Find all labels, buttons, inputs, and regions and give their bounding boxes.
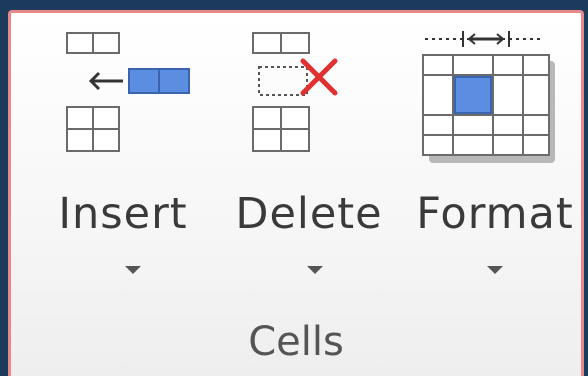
format-label: Format [416, 189, 574, 239]
delete-label: Delete [235, 189, 383, 239]
delete-cells-icon [252, 32, 338, 152]
cells-ribbon-group: Insert Delete Format Cells [8, 10, 584, 376]
chevron-down-icon [125, 266, 141, 274]
format-button[interactable]: Format [405, 13, 585, 313]
insert-button[interactable]: Insert [43, 13, 203, 313]
chevron-down-icon [307, 266, 323, 274]
format-cells-icon [422, 31, 555, 163]
group-label-cells: Cells [248, 319, 344, 365]
delete-button[interactable]: Delete [229, 13, 389, 313]
insert-cells-icon [66, 32, 190, 152]
insert-label: Insert [58, 189, 188, 239]
chevron-down-icon [487, 266, 503, 274]
